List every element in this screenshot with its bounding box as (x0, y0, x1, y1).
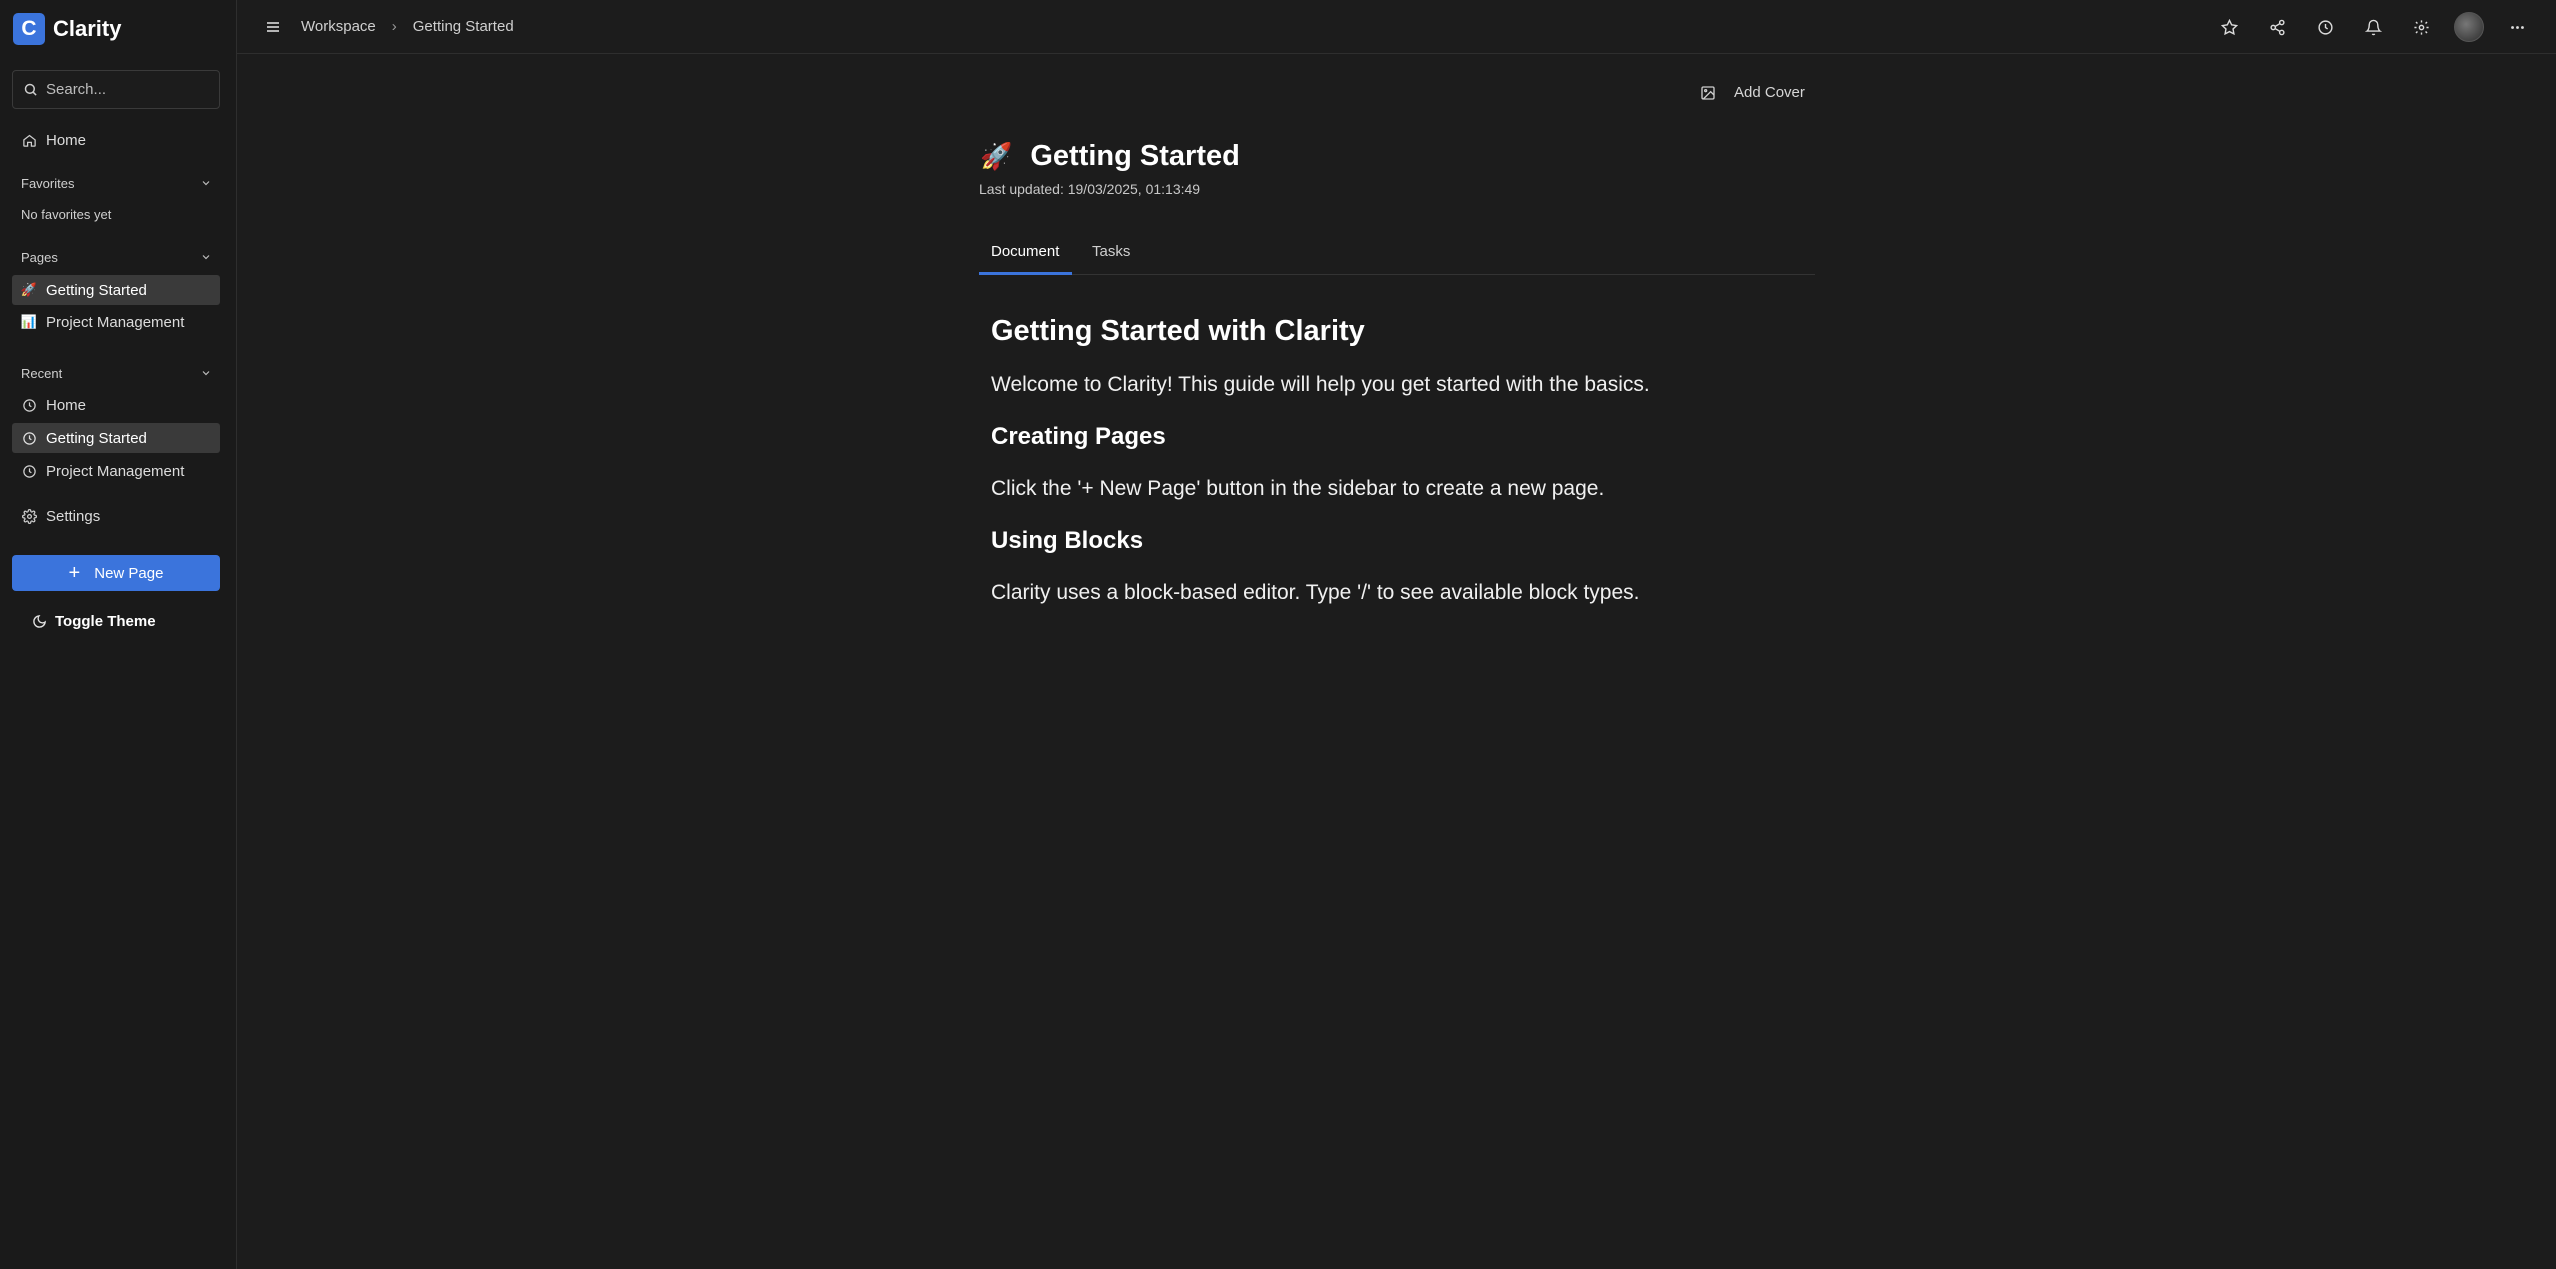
heading-2[interactable]: Creating Pages (991, 423, 1166, 451)
sidebar: C Clarity Home Favorites No favorites ye… (0, 0, 237, 1269)
tab-bar: Document Tasks (979, 229, 1815, 275)
active-tab-indicator (979, 272, 1072, 275)
image-icon (1700, 85, 1716, 101)
favorites-empty-text: No favorites yet (21, 207, 112, 222)
sidebar-item-label: Settings (46, 507, 101, 525)
paragraph[interactable]: Clarity uses a block-based editor. Type … (991, 581, 1639, 605)
page-title-row: 🚀 Getting Started (980, 140, 1240, 173)
history-icon[interactable] (2310, 12, 2340, 42)
menu-icon[interactable] (265, 19, 281, 35)
sidebar-item-label: Getting Started (46, 429, 147, 447)
chevron-down-icon (202, 181, 210, 186)
bell-icon[interactable] (2358, 12, 2388, 42)
chart-icon: 📊 (20, 314, 38, 329)
sidebar-item-settings[interactable]: Settings (12, 501, 220, 531)
brand[interactable]: C Clarity (12, 0, 236, 58)
gear-icon[interactable] (2406, 12, 2436, 42)
tab-document[interactable]: Document (991, 243, 1059, 260)
sidebar-page-getting-started[interactable]: 🚀 Getting Started (12, 275, 220, 305)
paragraph[interactable]: Click the '+ New Page' button in the sid… (991, 477, 1604, 501)
clock-icon (21, 398, 37, 413)
recent-item-project-management[interactable]: Project Management (12, 456, 220, 486)
top-bar: Workspace › Getting Started (237, 0, 2556, 54)
sidebar-item-label: Home (46, 396, 87, 414)
search-icon (24, 83, 37, 96)
star-icon[interactable] (2214, 12, 2244, 42)
top-actions (2196, 12, 2532, 42)
avatar[interactable] (2454, 12, 2484, 42)
add-cover-button[interactable]: Add Cover (1700, 84, 1805, 101)
chevron-down-icon (202, 371, 210, 376)
recent-section-header[interactable]: Recent (12, 363, 220, 383)
recent-heading: Recent (21, 365, 63, 381)
main-area: Workspace › Getting Started Add Cover 🚀 … (237, 0, 2556, 1269)
favorites-heading: Favorites (21, 175, 75, 191)
chevron-right-icon: › (391, 18, 397, 35)
toggle-theme-label: Toggle Theme (55, 613, 156, 630)
new-page-label: New Page (94, 564, 164, 582)
recent-item-getting-started[interactable]: Getting Started (12, 423, 220, 453)
favorites-section-header[interactable]: Favorites (12, 173, 220, 193)
toggle-theme-button[interactable]: Toggle Theme (32, 613, 156, 630)
heading-2[interactable]: Using Blocks (991, 527, 1143, 555)
home-icon (21, 133, 37, 148)
page-title[interactable]: Getting Started (1030, 140, 1239, 173)
sidebar-item-label: Project Management (46, 313, 185, 331)
plus-icon: + (68, 561, 81, 584)
paragraph[interactable]: Welcome to Clarity! This guide will help… (991, 373, 1650, 397)
more-icon[interactable] (2502, 12, 2532, 42)
chevron-down-icon (202, 255, 210, 260)
heading-1[interactable]: Getting Started with Clarity (991, 315, 1365, 348)
sidebar-item-label: Home (46, 131, 87, 149)
sidebar-item-home[interactable]: Home (12, 125, 220, 155)
clock-icon (21, 431, 37, 446)
recent-item-home[interactable]: Home (12, 390, 220, 420)
share-icon[interactable] (2262, 12, 2292, 42)
search-box[interactable] (12, 70, 220, 109)
last-updated: Last updated: 19/03/2025, 01:13:49 (979, 181, 1201, 197)
brand-logo: C (13, 13, 45, 45)
search-input[interactable] (46, 81, 206, 98)
pages-section-header[interactable]: Pages (12, 247, 220, 267)
breadcrumb-workspace[interactable]: Workspace (301, 18, 376, 35)
gear-icon (21, 508, 37, 524)
sidebar-page-project-management[interactable]: 📊 Project Management (12, 307, 220, 337)
sidebar-item-label: Getting Started (46, 281, 147, 299)
brand-name: Clarity (53, 16, 122, 41)
add-cover-label: Add Cover (1734, 84, 1805, 101)
breadcrumb-current-page: Getting Started (412, 18, 514, 35)
tab-tasks[interactable]: Tasks (1092, 243, 1130, 260)
pages-heading: Pages (21, 249, 58, 265)
moon-icon (32, 614, 47, 629)
sidebar-item-label: Project Management (46, 462, 185, 480)
new-page-button[interactable]: + New Page (12, 555, 220, 591)
rocket-icon[interactable]: 🚀 (980, 141, 1012, 172)
rocket-icon: 🚀 (20, 282, 38, 297)
clock-icon (21, 464, 37, 479)
